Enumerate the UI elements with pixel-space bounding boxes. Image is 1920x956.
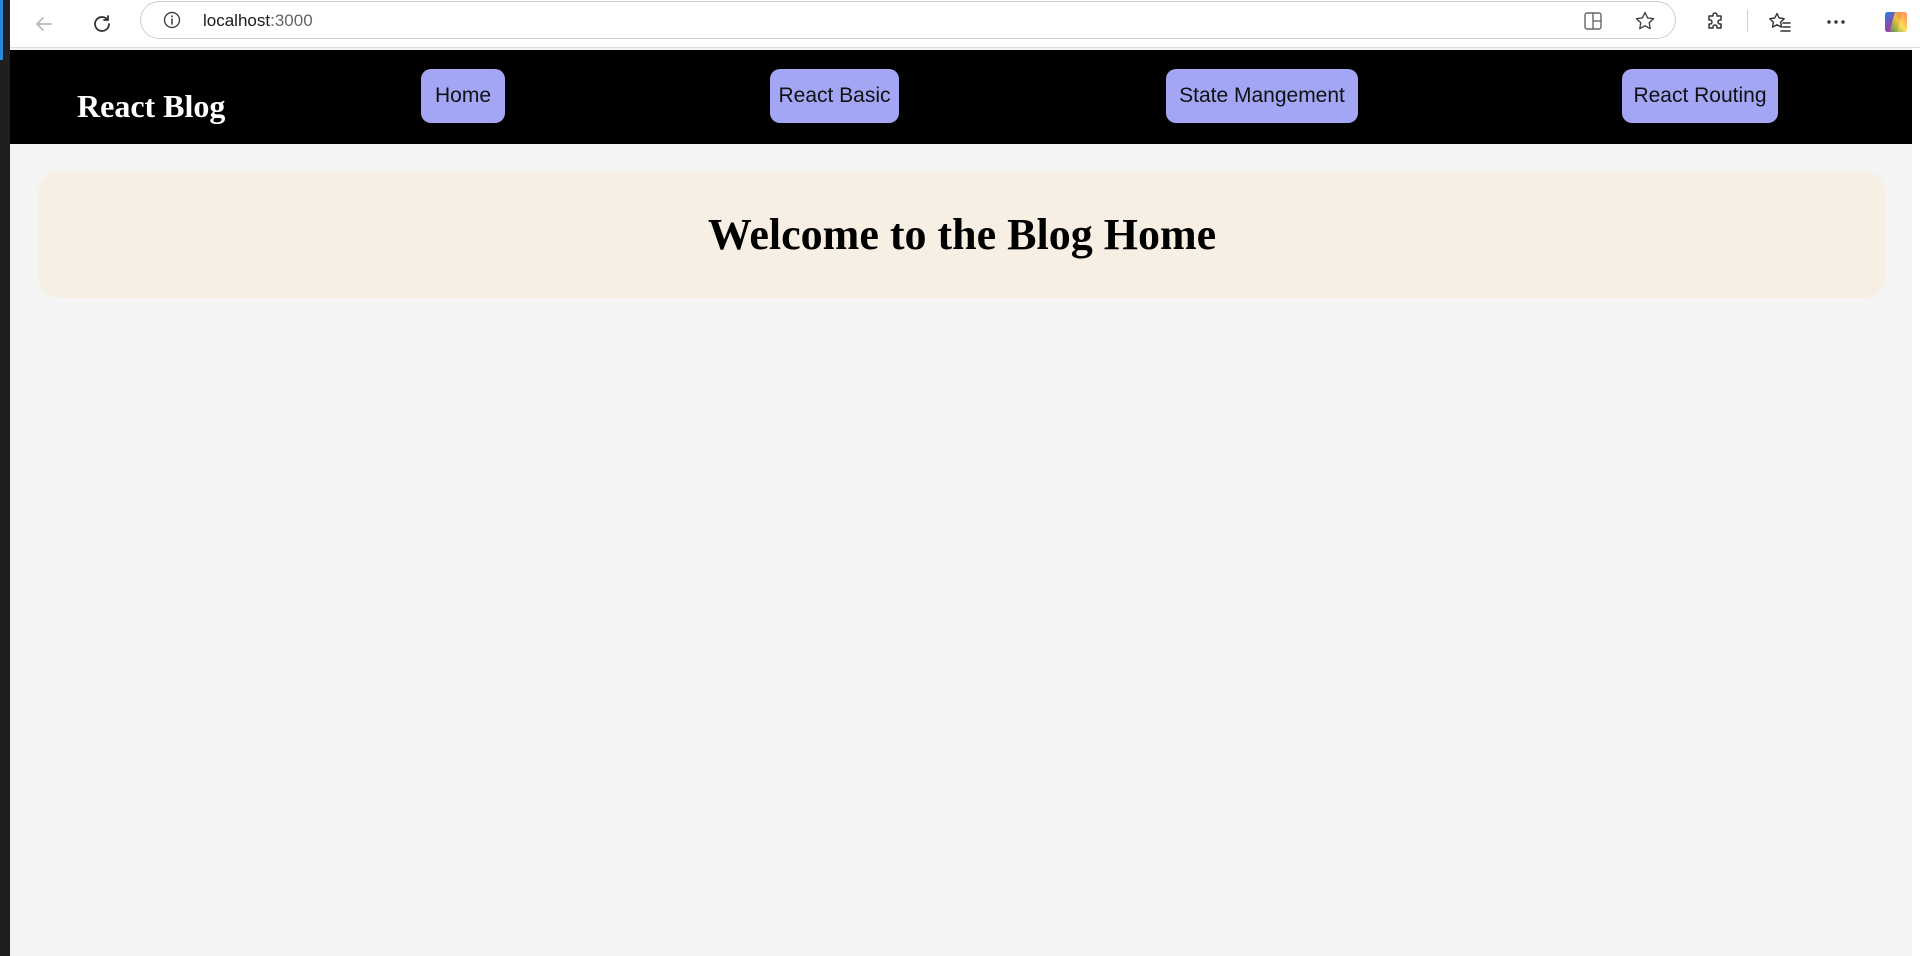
reload-icon <box>94 15 110 32</box>
more-button[interactable] <box>1820 6 1852 38</box>
favorites-button[interactable] <box>1764 6 1796 38</box>
window-right-edge <box>1912 48 1920 956</box>
site-header: React Blog Home React Basic State Mangem… <box>10 50 1913 144</box>
url-text[interactable]: localhost:3000 <box>203 11 313 31</box>
back-button[interactable] <box>24 4 64 44</box>
toolbar-separator <box>1747 10 1748 32</box>
url-port: :3000 <box>270 11 313 30</box>
star-icon <box>1635 11 1655 30</box>
screen: localhost:3000 React Blog Home React Bas… <box>0 0 1920 956</box>
more-icon <box>1827 20 1845 24</box>
address-bar[interactable]: localhost:3000 <box>140 1 1676 39</box>
nav-state-management-button[interactable]: State Mangement <box>1166 69 1358 123</box>
browser-toolbar: localhost:3000 <box>0 0 1920 48</box>
welcome-card: Welcome to the Blog Home <box>38 171 1886 298</box>
nav-react-routing-button[interactable]: React Routing <box>1622 69 1778 123</box>
add-favorite-button[interactable] <box>1633 9 1657 33</box>
info-icon[interactable] <box>163 11 181 29</box>
window-left-edge <box>0 0 10 956</box>
copilot-button[interactable] <box>1880 6 1912 38</box>
reload-button[interactable] <box>82 4 122 44</box>
nav-home-button[interactable]: Home <box>421 69 505 123</box>
site-brand: React Blog <box>77 88 226 124</box>
favorites-icon <box>1769 12 1791 32</box>
copilot-icon <box>1885 12 1907 32</box>
page-title: Welcome to the Blog Home <box>707 210 1217 259</box>
app-available-icon <box>1584 12 1602 30</box>
nav-react-basic-button[interactable]: React Basic <box>770 69 899 123</box>
extensions-button[interactable] <box>1700 6 1732 38</box>
taskbar-accent <box>0 0 3 60</box>
puzzle-icon <box>1708 12 1722 29</box>
app-available-button[interactable] <box>1581 9 1605 33</box>
arrow-left-icon <box>36 17 52 31</box>
url-host: localhost <box>203 11 271 30</box>
